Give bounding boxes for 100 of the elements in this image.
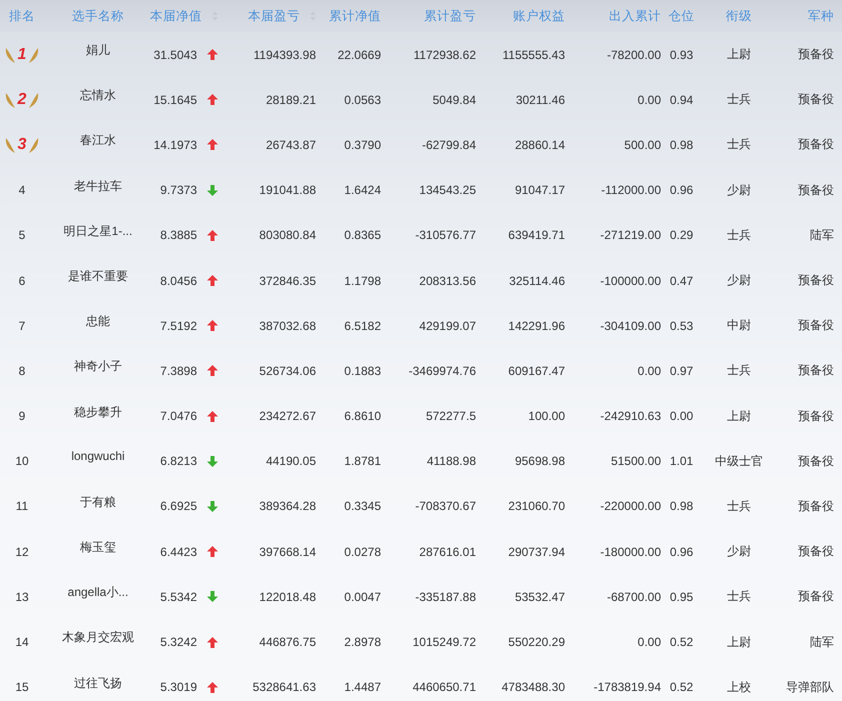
equity-cell: 28860.14 xyxy=(514,138,565,152)
nav-value: 5.5342 xyxy=(160,590,197,604)
flow-cell: -78200.00 xyxy=(606,48,661,62)
branch-cell: 预备役 xyxy=(798,452,834,470)
grade-cell: 上校 xyxy=(727,678,751,696)
grade-cell: 中级士官 xyxy=(715,452,763,470)
cum-pnl-cell: 208313.56 xyxy=(419,274,476,288)
branch-cell: 预备役 xyxy=(798,182,834,199)
cum-nav-cell: 6.8610 xyxy=(344,409,381,424)
branch-cell: 陆军 xyxy=(810,226,834,244)
branch-cell: 预备役 xyxy=(798,317,834,334)
position-cell: 0.52 xyxy=(670,680,694,694)
equity-cell: 100.00 xyxy=(528,409,565,424)
position-cell: 0.94 xyxy=(670,92,694,107)
rank-number: 4 xyxy=(18,183,26,198)
equity-cell: 325114.46 xyxy=(509,274,565,288)
player-name: 老牛拉车 xyxy=(74,178,122,195)
nav-value: 31.5043 xyxy=(154,48,197,62)
cum-pnl-cell: -3469974.76 xyxy=(408,364,476,378)
branch-cell: 预备役 xyxy=(798,91,834,108)
column-header: 排名 xyxy=(9,8,35,24)
cum-pnl-cell: -335187.88 xyxy=(415,590,476,604)
column-header: 累计盈亏 xyxy=(424,8,476,24)
medal-drawing: 2 xyxy=(4,90,40,109)
branch-cell: 预备役 xyxy=(798,46,834,64)
cum-nav-cell: 22.0669 xyxy=(338,48,381,62)
pnl-cell: 5328641.63 xyxy=(252,680,316,694)
column-header: 本届净值 xyxy=(150,8,202,24)
position-cell: 1.01 xyxy=(670,454,694,468)
pnl-cell: 397668.14 xyxy=(259,544,316,559)
nav-value: 8.0456 xyxy=(160,274,197,288)
pnl-cell: 28189.21 xyxy=(266,92,316,107)
equity-cell: 142291.96 xyxy=(508,318,565,333)
branch-cell: 预备役 xyxy=(798,498,834,515)
position-cell: 0.00 xyxy=(670,409,694,424)
nav-value: 15.1645 xyxy=(154,92,197,107)
grade-cell: 少尉 xyxy=(727,182,751,199)
grade-cell: 士兵 xyxy=(727,498,751,515)
cum-nav-cell: 0.3345 xyxy=(344,499,381,514)
flow-cell: -242910.63 xyxy=(600,409,661,424)
flow-cell: 0.00 xyxy=(638,635,661,650)
branch-cell: 陆军 xyxy=(810,634,834,651)
flow-cell: 500.00 xyxy=(624,138,661,152)
nav-value: 9.7373 xyxy=(160,183,197,198)
rank-number: 11 xyxy=(16,499,28,514)
flow-cell: -271219.00 xyxy=(600,228,661,242)
rank-number: 8 xyxy=(18,364,26,378)
equity-cell: 290737.94 xyxy=(508,544,565,559)
player-name: 明日之星1-... xyxy=(64,222,132,240)
player-name: 忘情水 xyxy=(80,87,116,104)
rank-number: 14 xyxy=(15,635,29,650)
rank-number: 13 xyxy=(15,590,29,604)
position-cell: 0.29 xyxy=(670,228,694,242)
column-header: 选手名称 xyxy=(72,8,124,24)
cum-pnl-cell: 287616.01 xyxy=(419,544,476,559)
flow-cell: -180000.00 xyxy=(600,544,661,559)
equity-cell: 4783488.30 xyxy=(502,680,565,694)
pnl-cell: 122018.48 xyxy=(259,590,316,604)
flow-cell: -1783819.94 xyxy=(594,680,661,694)
flow-cell: 0.00 xyxy=(638,92,661,107)
cum-nav-cell: 0.0563 xyxy=(344,92,381,107)
cum-pnl-cell: 1172938.62 xyxy=(413,48,476,62)
grade-cell: 少尉 xyxy=(727,272,751,290)
cum-nav-cell: 0.8365 xyxy=(344,228,381,242)
nav-value: 6.6925 xyxy=(160,499,197,514)
pnl-cell: 389364.28 xyxy=(259,499,316,514)
position-cell: 0.93 xyxy=(670,48,694,62)
grade-cell: 少尉 xyxy=(727,543,751,560)
flow-cell: -100000.00 xyxy=(600,274,661,288)
branch-cell: 预备役 xyxy=(798,543,834,560)
branch-cell: 预备役 xyxy=(798,362,834,380)
cum-nav-cell: 1.6424 xyxy=(344,183,381,198)
cum-pnl-cell: 572277.5 xyxy=(426,409,476,424)
cum-nav-cell: 0.0278 xyxy=(344,544,381,559)
pnl-cell: 387032.68 xyxy=(259,318,316,333)
grade-cell: 士兵 xyxy=(727,91,751,108)
pnl-cell: 526734.06 xyxy=(259,364,316,378)
cum-nav-cell: 1.1798 xyxy=(344,274,381,288)
pnl-cell: 191041.88 xyxy=(259,183,316,198)
grade-cell: 上尉 xyxy=(727,634,751,651)
rank-number: 9 xyxy=(18,409,26,424)
branch-cell: 预备役 xyxy=(798,136,834,154)
player-name: 神奇小子 xyxy=(74,358,122,376)
grade-cell: 中尉 xyxy=(727,317,751,334)
cum-pnl-cell: 5049.84 xyxy=(432,92,476,107)
branch-cell: 预备役 xyxy=(798,272,834,290)
grade-cell: 士兵 xyxy=(727,136,751,154)
equity-cell: 639419.71 xyxy=(508,228,565,242)
equity-cell: 609167.47 xyxy=(508,364,565,378)
cum-pnl-cell: 1015249.72 xyxy=(412,635,476,650)
player-name: 稳步攀升 xyxy=(74,404,122,420)
cum-pnl-cell: -708370.67 xyxy=(415,499,476,514)
cum-nav-cell: 0.1883 xyxy=(344,364,381,378)
pnl-cell: 1194393.98 xyxy=(253,48,316,62)
position-cell: 0.47 xyxy=(670,274,694,288)
flow-cell: 0.00 xyxy=(638,364,661,378)
branch-cell: 导弹部队 xyxy=(786,678,834,696)
column-header: 账户权益 xyxy=(513,8,565,24)
position-cell: 0.98 xyxy=(670,499,694,514)
player-name: 木象月交宏观 xyxy=(62,629,134,646)
